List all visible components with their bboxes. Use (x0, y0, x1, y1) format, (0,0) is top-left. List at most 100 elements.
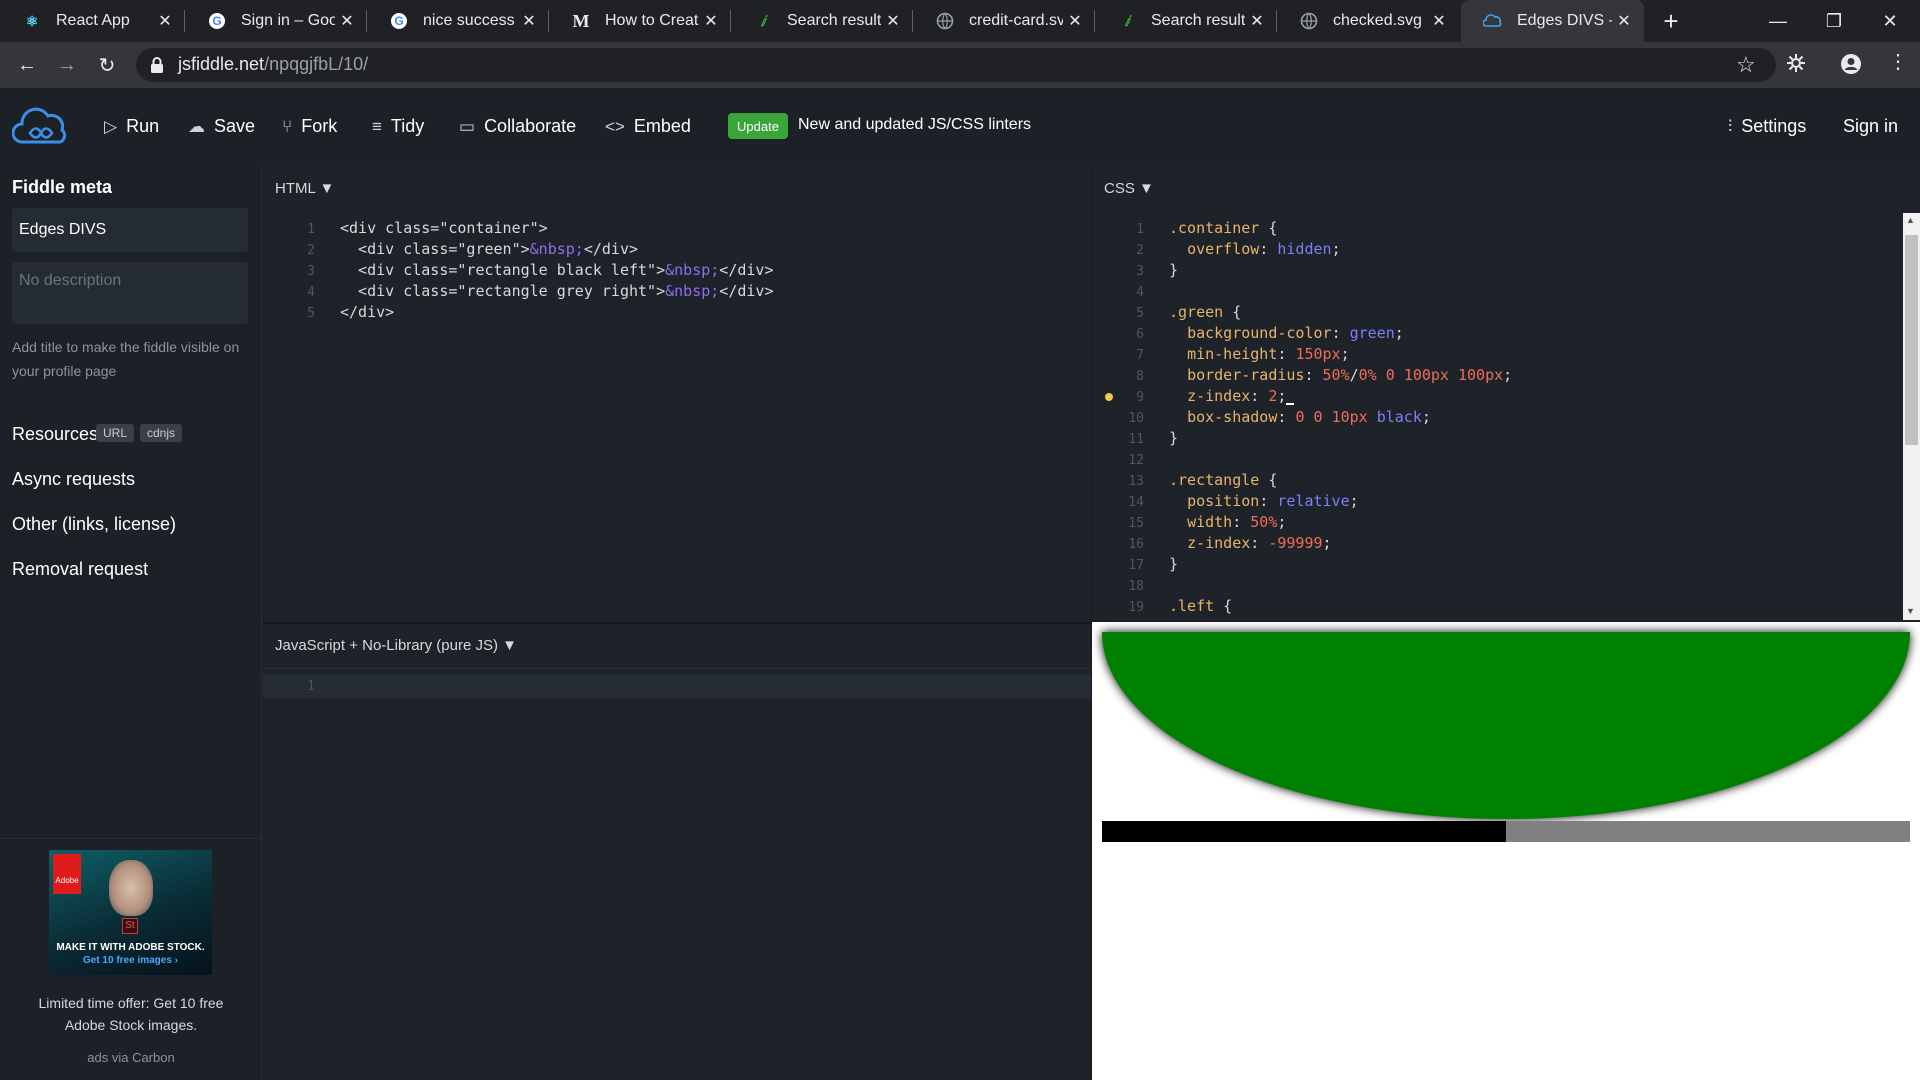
bookmark-star-icon[interactable]: ☆ (1736, 52, 1756, 78)
browser-tab[interactable]: checked.svg ✕ (1277, 0, 1459, 42)
sidebar-item-async[interactable]: Async requests (12, 469, 135, 490)
code-line: } (1169, 555, 1179, 573)
restore-icon[interactable]: ❐ (1806, 0, 1862, 42)
settings-button[interactable]: ⫶ Settings (1728, 116, 1806, 137)
code-line: <div class="rectangle black left">&nbsp;… (340, 261, 774, 279)
minimize-icon[interactable]: — (1750, 0, 1806, 42)
google-icon: G (207, 11, 227, 31)
signin-button[interactable]: Sign in (1843, 116, 1898, 137)
close-tab-icon[interactable]: ✕ (699, 11, 723, 31)
tidy-button[interactable]: ≡ Tidy (372, 116, 424, 137)
cdnjs-chip[interactable]: cdnjs (140, 424, 183, 442)
ad-text[interactable]: Limited time offer: Get 10 free Adobe St… (20, 992, 242, 1036)
collaborate-button[interactable]: ▭ Collaborate (459, 116, 576, 137)
extension-icon[interactable] (1785, 52, 1809, 76)
sidebar-item-removal[interactable]: Removal request (12, 559, 148, 580)
sidebar-hint: Add title to make the fiddle visible on … (12, 339, 240, 379)
close-tab-icon[interactable]: ✕ (881, 11, 905, 31)
scrollbar-thumb[interactable] (1905, 235, 1918, 445)
url-chip[interactable]: URL (96, 424, 135, 442)
url-text: jsfiddle.net/npqgjfbL/10/ (178, 54, 369, 74)
profile-icon[interactable] (1840, 53, 1862, 75)
ad-headline: MAKE IT WITH ADOBE STOCK. (56, 942, 205, 953)
code-line: border-radius: 50%/0% 0 100px 100px; (1187, 366, 1513, 384)
browser-tab[interactable]: G Sign in – Google ✕ (185, 0, 367, 42)
fork-button[interactable]: ⑂ Fork (282, 116, 337, 137)
css-scrollbar[interactable]: ▲ ▼ (1903, 213, 1920, 620)
close-tab-icon[interactable]: ✕ (1063, 11, 1087, 31)
fork-icon: ⑂ (282, 116, 293, 136)
medium-icon: M (572, 10, 590, 31)
code-line: box-shadow: 0 0 10px black; (1187, 408, 1431, 426)
chat-icon: ▭ (459, 116, 476, 136)
menu-dots-icon[interactable]: ⋮ (1888, 52, 1908, 72)
sidebar-item-other[interactable]: Other (links, license) (12, 514, 176, 535)
globe-icon (1299, 11, 1319, 31)
code-icon: <> (605, 116, 625, 136)
close-tab-icon[interactable]: ✕ (1612, 11, 1636, 31)
sidebar-item-resources[interactable]: Resources (12, 424, 98, 445)
code-line: <div class="green">&nbsp;</div> (340, 240, 639, 258)
google-icon: G (389, 11, 409, 31)
code-line: } (1169, 261, 1179, 279)
adobe-logo: Adobe (53, 854, 81, 894)
black-rectangle (1102, 821, 1506, 842)
close-tab-icon[interactable]: ✕ (335, 11, 359, 31)
save-button[interactable]: ☁ Save (188, 116, 255, 137)
code-line: .green { (1169, 303, 1242, 321)
reload-icon[interactable]: ↻ (92, 50, 122, 80)
forward-arrow-icon[interactable]: → (52, 50, 82, 80)
js-header-border (263, 668, 1091, 669)
new-tab-button[interactable]: + (1656, 6, 1686, 36)
code-line: <div class="container"> (340, 219, 548, 237)
fiddle-description-input[interactable]: No description (12, 262, 248, 324)
fiddle-title-input[interactable]: Edges DIVS (12, 208, 248, 252)
lock-icon (150, 56, 164, 74)
close-tab-icon[interactable]: ✕ (1245, 11, 1269, 31)
browser-tab[interactable]: ⚛ React App ✕ (0, 0, 185, 42)
back-arrow-icon[interactable]: ← (12, 50, 42, 80)
browser-tab[interactable]: G nice success page ✕ (367, 0, 549, 42)
html-panel-label[interactable]: HTML ▼ (275, 180, 334, 197)
code-line: overflow: hidden; (1187, 240, 1341, 258)
carbon-ad-image[interactable]: Adobe St MAKE IT WITH ADOBE STOCK. Get 1… (49, 850, 212, 975)
code-line: position: relative; (1187, 492, 1359, 510)
search-result-icon: ⅈ (1124, 12, 1130, 29)
ad-via[interactable]: ads via Carbon (0, 1050, 262, 1065)
close-tab-icon[interactable]: ✕ (1427, 11, 1451, 31)
jsfiddle-icon (1483, 11, 1503, 31)
js-editor-active-line[interactable] (263, 674, 1091, 698)
code-line: .rectangle { (1169, 471, 1278, 489)
code-line: } (1169, 429, 1179, 447)
code-line: </div> (340, 303, 395, 321)
address-bar[interactable] (136, 48, 1776, 82)
svg-text:G: G (394, 14, 403, 28)
lint-warning-dot[interactable] (1105, 393, 1113, 401)
ad-portrait (109, 860, 153, 916)
code-line: background-color: green; (1187, 324, 1404, 342)
css-panel-label[interactable]: CSS ▼ (1104, 180, 1154, 197)
browser-tab[interactable]: ⅈ Search results f ✕ (1095, 0, 1277, 42)
js-panel-label[interactable]: JavaScript + No-Library (pure JS) ▼ (275, 637, 517, 654)
browser-tab[interactable]: ⅈ Search results f ✕ (731, 0, 913, 42)
update-badge: Update (728, 113, 788, 139)
jsfiddle-logo-icon[interactable] (11, 104, 70, 148)
grey-rectangle (1506, 821, 1910, 842)
browser-tab-active[interactable]: Edges DIVS - JS ✕ (1461, 0, 1644, 42)
close-tab-icon[interactable]: ✕ (517, 11, 541, 31)
close-tab-icon[interactable]: ✕ (153, 11, 177, 31)
lines-icon: ≡ (372, 116, 382, 136)
globe-icon (935, 11, 955, 31)
cloud-upload-icon: ☁ (188, 116, 205, 136)
update-announcement[interactable]: New and updated JS/CSS linters (798, 116, 1031, 134)
browser-tab[interactable]: M How to Create ✕ (549, 0, 731, 42)
sidebar-divider (0, 838, 262, 839)
run-button[interactable]: ▷ Run (104, 116, 159, 137)
browser-tab[interactable]: credit-card.svg ✕ (913, 0, 1095, 42)
fiddle-meta-title: Fiddle meta (12, 177, 113, 197)
embed-button[interactable]: <> Embed (605, 116, 691, 137)
code-line: .left { (1169, 597, 1233, 615)
close-window-icon[interactable]: ✕ (1862, 0, 1918, 42)
ad-cta: Get 10 free images › (82, 955, 179, 966)
stock-icon: St (122, 918, 138, 934)
